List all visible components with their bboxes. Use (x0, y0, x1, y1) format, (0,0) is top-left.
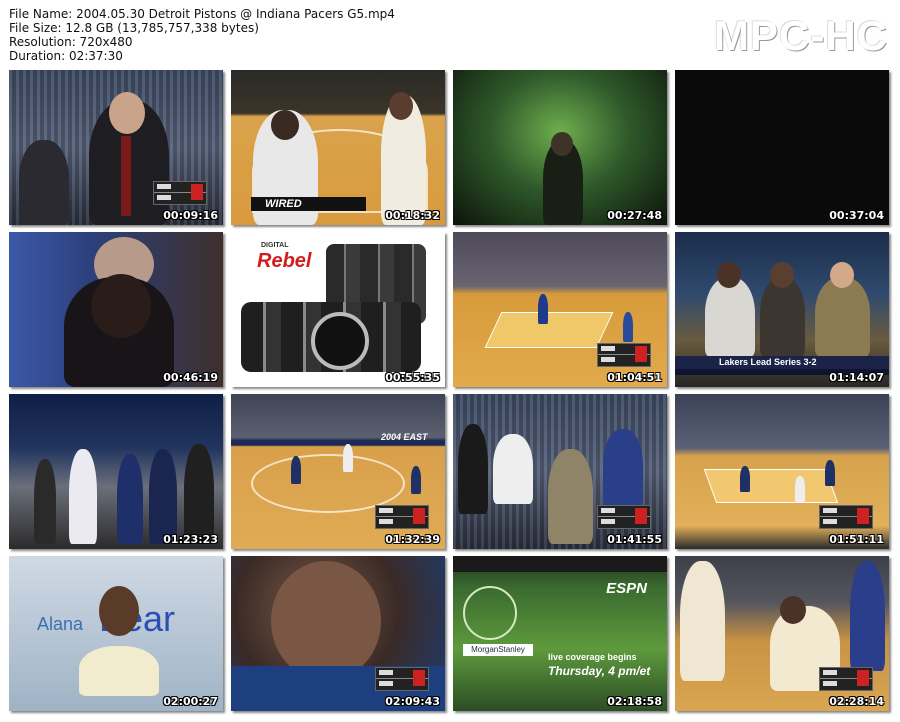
player-head (780, 596, 806, 624)
player (411, 466, 421, 494)
player (69, 449, 97, 544)
score-bug (819, 667, 873, 691)
player (795, 476, 805, 502)
timestamp: 00:46:19 (163, 371, 218, 384)
thumbnail-12[interactable]: 01:51:11 (675, 394, 889, 549)
tournament-emblem (463, 586, 517, 640)
thumbnail-10[interactable]: 2004 EAST 01:32:39 (231, 394, 445, 549)
thumbnail-4[interactable]: 00:37:04 (675, 70, 889, 225)
player (291, 456, 301, 484)
silhouette-head (551, 132, 573, 156)
analyst-1 (705, 277, 755, 357)
player (538, 294, 548, 324)
timestamp: 02:09:43 (385, 695, 440, 708)
file-info-panel: File Name: 2004.05.30 Detroit Pistons @ … (9, 7, 395, 63)
player (825, 460, 835, 486)
timestamp: 02:28:14 (829, 695, 884, 708)
bench-player (19, 140, 69, 225)
timestamp: 02:00:27 (163, 695, 218, 708)
file-size-line: File Size: 12.8 GB (13,785,757,338 bytes… (9, 21, 259, 35)
analyst-1-head (717, 262, 741, 288)
player (740, 466, 750, 492)
score-bug (597, 505, 651, 529)
promo-line-2: Thursday, 4 pm/et (548, 664, 651, 678)
thumbnail-9[interactable]: 01:23:23 (9, 394, 223, 549)
timestamp: 00:55:35 (385, 371, 440, 384)
fan-white-shirt (493, 434, 533, 504)
thumbnail-grid: 00:09:16 WIRED 00:18:32 00:27:48 00:37:0… (9, 70, 889, 711)
score-bug (597, 343, 651, 367)
timestamp: 02:18:58 (607, 695, 662, 708)
timestamp: 00:37:04 (829, 209, 884, 222)
referee-head (271, 110, 299, 140)
player (343, 444, 353, 472)
thumbnail-5[interactable]: 00:46:19 (9, 232, 223, 387)
thumbnail-14[interactable]: 02:09:43 (231, 556, 445, 711)
key-paint (703, 469, 839, 503)
ad-digital-label: DIGITAL (261, 242, 289, 249)
coach-tie (121, 136, 131, 216)
analyst-2-head (770, 262, 794, 288)
duration-line: Duration: 02:37:30 (9, 49, 123, 63)
scene-black-frame (675, 70, 889, 225)
analyst-3-head (830, 262, 854, 288)
thumbnail-11[interactable]: 01:41:55 (453, 394, 667, 549)
fan-blue (603, 429, 643, 509)
file-name-line: File Name: 2004.05.30 Detroit Pistons @ … (9, 7, 395, 21)
timestamp: 01:14:07 (829, 371, 884, 384)
espn-logo: ESPN (606, 580, 647, 597)
thumbnail-13[interactable]: Alana Bear 02:00:27 (9, 556, 223, 711)
timestamp: 00:18:32 (385, 209, 440, 222)
thumbnail-1[interactable]: 00:09:16 (9, 70, 223, 225)
coach-head (109, 92, 145, 134)
series-banner: Lakers Lead Series 3-2 (675, 356, 889, 369)
fan-dark (458, 424, 488, 514)
wired-caption: WIRED (251, 197, 366, 211)
east-banner: 2004 EAST (381, 432, 428, 442)
thumbnail-6[interactable]: DIGITAL Rebel 00:55:35 (231, 232, 445, 387)
pistons-player (850, 561, 885, 671)
thumbnail-8[interactable]: Lakers Lead Series 3-2 01:14:07 (675, 232, 889, 387)
ad-rebel-label: Rebel (257, 250, 312, 272)
thumbnail-3[interactable]: 00:27:48 (453, 70, 667, 225)
timestamp: 01:04:51 (607, 371, 662, 384)
timestamp: 01:23:23 (163, 533, 218, 546)
promo-line-1: live coverage begins (548, 652, 637, 662)
score-bug (819, 505, 873, 529)
timestamp: 01:32:39 (385, 533, 440, 546)
thumbnail-16[interactable]: 02:28:14 (675, 556, 889, 711)
timestamp: 00:27:48 (607, 209, 662, 222)
staff (34, 459, 56, 544)
promo-top-bar (453, 556, 667, 572)
cameraman (184, 444, 214, 544)
timestamp: 01:41:55 (607, 533, 662, 546)
thumbnail-15[interactable]: ESPN MorganStanley live coverage begins … (453, 556, 667, 711)
player (149, 449, 177, 544)
alana-label: Alana (37, 614, 84, 634)
player (623, 312, 633, 342)
spectator (548, 449, 593, 544)
resolution-line: Resolution: 720x480 (9, 35, 133, 49)
pacers-player-standing (680, 561, 725, 681)
player-head (389, 92, 413, 120)
singer-head (99, 586, 139, 636)
analyst-2 (760, 277, 805, 357)
score-bug (375, 667, 429, 691)
thumbnail-7[interactable]: 01:04:51 (453, 232, 667, 387)
singer-body (79, 646, 159, 696)
camera-lens (311, 312, 369, 370)
thumbnail-2[interactable]: WIRED 00:18:32 (231, 70, 445, 225)
mpc-hc-logo: MPC-HC (714, 12, 888, 59)
timestamp: 01:51:11 (829, 533, 884, 546)
timestamp: 00:09:16 (163, 209, 218, 222)
analyst-3 (815, 277, 870, 357)
player-head (91, 274, 151, 338)
score-bug (375, 505, 429, 529)
score-bug (153, 181, 207, 205)
player-face (271, 561, 381, 681)
key-paint (484, 312, 614, 348)
sponsor-label: MorganStanley (463, 644, 533, 656)
player (117, 454, 143, 544)
